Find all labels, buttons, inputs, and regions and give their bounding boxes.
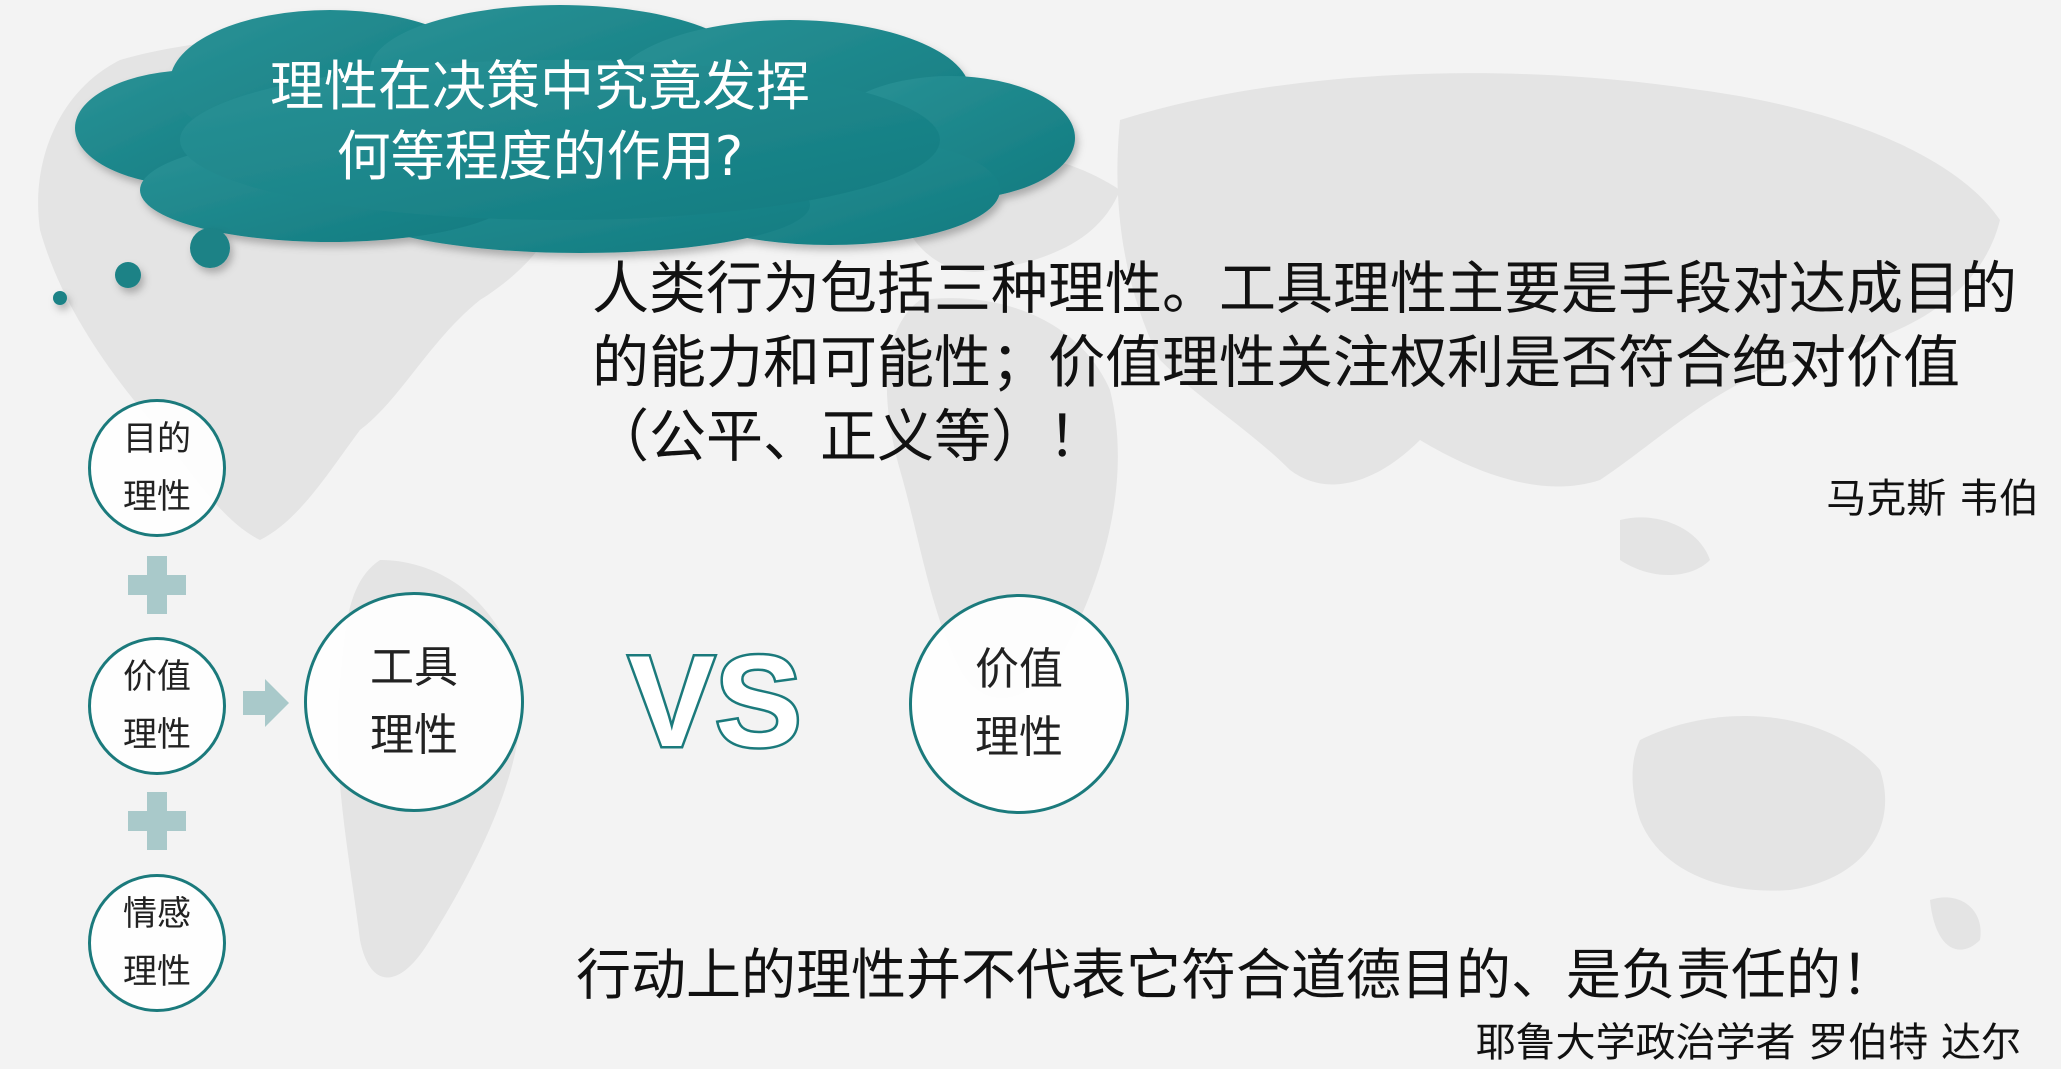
plus-icon: [128, 556, 186, 614]
value-rationality-circle: 价值 理性: [909, 594, 1129, 814]
circle-label-line-2: 理性: [123, 477, 191, 517]
question-text: 理性在决策中究竟发挥 何等程度的作用?: [140, 52, 940, 192]
arrow-right-icon: [243, 679, 289, 727]
circle-label-line-1: 目的: [123, 419, 191, 459]
purpose-rationality-circle: 目的 理性: [88, 399, 226, 537]
emotional-rationality-circle: 情感 理性: [88, 874, 226, 1012]
value-rationality-small-circle: 价值 理性: [88, 637, 226, 775]
instrumental-rationality-circle: 工具 理性: [304, 592, 524, 812]
dahl-author: 耶鲁大学政治学者 罗伯特 达尔: [1475, 1020, 2021, 1066]
circle-label-line-2: 理性: [123, 952, 191, 992]
weber-quote: 人类行为包括三种理性。工具理性主要是手段对达成目的的能力和可能性；价值理性关注权…: [592, 256, 2017, 470]
question-line-2: 何等程度的作用?: [336, 125, 744, 188]
circle-label-line-1: 情感: [123, 894, 191, 934]
slide: 理性在决策中究竟发挥 何等程度的作用? 人类行为包括三种理性。工具理性主要是手段…: [0, 0, 2061, 1069]
circle-label-line-2: 理性: [975, 712, 1063, 763]
circle-label-line-1: 工具: [370, 642, 458, 693]
question-line-1: 理性在决策中究竟发挥: [270, 55, 810, 118]
versus-text: VS: [628, 628, 801, 768]
circle-label-line-1: 价值: [123, 657, 191, 697]
versus-label: VS: [626, 628, 804, 768]
circle-label-line-2: 理性: [370, 710, 458, 761]
plus-icon: [128, 792, 186, 850]
dahl-quote: 行动上的理性并不代表它符合道德目的、是负责任的！: [576, 943, 1897, 1007]
circle-label-line-1: 价值: [975, 644, 1063, 695]
circle-label-line-2: 理性: [123, 715, 191, 755]
weber-author: 马克斯 韦伯: [1826, 476, 2039, 522]
